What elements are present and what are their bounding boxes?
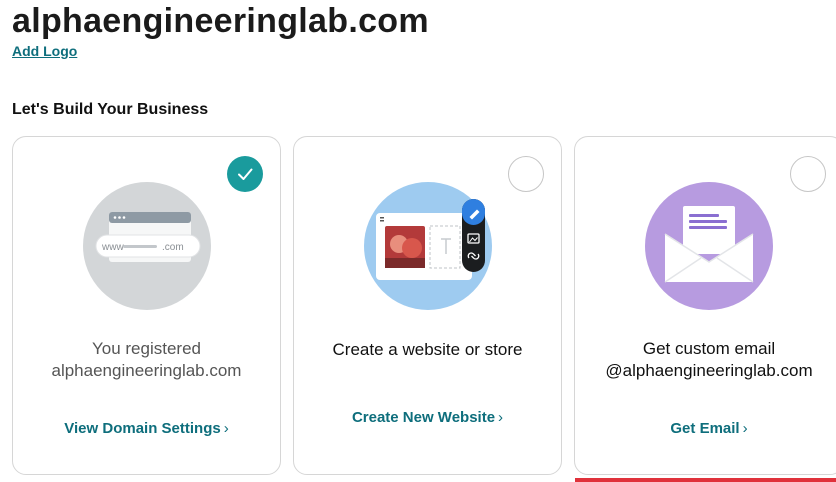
get-email-link[interactable]: Get Email › bbox=[575, 420, 836, 437]
email-illustration-icon bbox=[645, 182, 773, 310]
create-new-website-link[interactable]: Create New Website › bbox=[294, 409, 561, 426]
section-heading: Let's Build Your Business bbox=[12, 101, 209, 118]
email-desc-line1: Get custom email bbox=[642, 339, 776, 358]
completed-check-icon bbox=[227, 156, 263, 192]
domain-title: alphaengineeringlab.com bbox=[12, 2, 429, 40]
website-desc-line1: Create a website or store bbox=[332, 340, 523, 359]
get-email-label: Get Email bbox=[670, 420, 740, 437]
incomplete-check-icon[interactable] bbox=[790, 156, 826, 192]
chevron-right-icon: › bbox=[742, 420, 748, 437]
add-logo-link[interactable]: Add Logo bbox=[12, 43, 77, 59]
domain-desc-line2: alphaengineeringlab.com bbox=[51, 361, 242, 380]
view-domain-settings-link[interactable]: View Domain Settings › bbox=[13, 420, 280, 437]
alert-bar bbox=[575, 478, 836, 482]
domain-description: You registered alphaengineeringlab.com bbox=[13, 338, 280, 382]
chevron-right-icon: › bbox=[498, 409, 504, 426]
domain-illustration-icon: www .com bbox=[83, 182, 211, 310]
incomplete-check-icon[interactable] bbox=[508, 156, 544, 192]
email-description: Get custom email @alphaengineeringlab.co… bbox=[575, 338, 836, 382]
website-description: Create a website or store bbox=[294, 339, 561, 361]
email-desc-line2: @alphaengineeringlab.com bbox=[605, 361, 813, 380]
www-text: www bbox=[101, 242, 124, 253]
domain-desc-line1: You registered bbox=[91, 339, 201, 358]
website-illustration-icon bbox=[364, 182, 492, 310]
chevron-right-icon: › bbox=[223, 420, 229, 437]
view-domain-settings-label: View Domain Settings bbox=[64, 420, 221, 437]
domain-card[interactable]: www .com You registered alphaengineering… bbox=[12, 136, 281, 475]
com-text: .com bbox=[162, 242, 184, 253]
website-card[interactable]: Create a website or store Create New Web… bbox=[293, 136, 562, 475]
email-card[interactable]: Get custom email @alphaengineeringlab.co… bbox=[574, 136, 836, 475]
create-new-website-label: Create New Website bbox=[351, 409, 496, 426]
